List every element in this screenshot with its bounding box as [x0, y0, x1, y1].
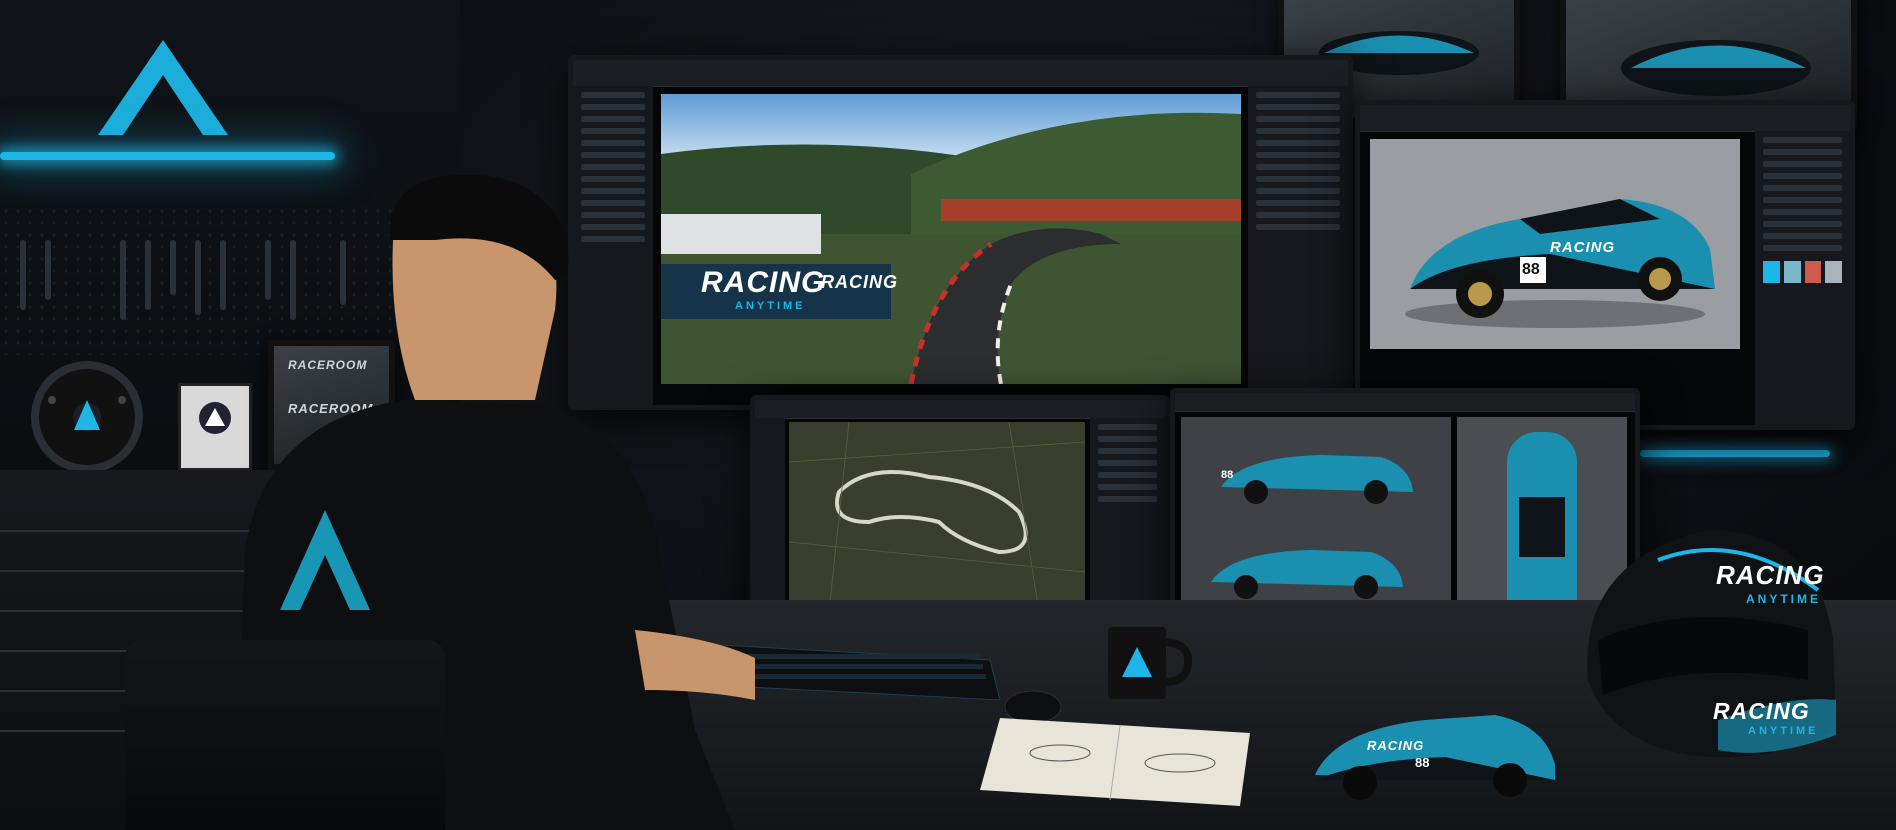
helmet-top-sub: ANYTIME — [1746, 592, 1821, 606]
livery-car-number: 88 — [1522, 261, 1540, 278]
notebook-icon — [980, 718, 1250, 806]
tool — [45, 240, 51, 300]
track-map-monitor — [750, 395, 1170, 625]
side-car-number: 88 — [1221, 469, 1234, 481]
apex-logo-icon — [98, 40, 228, 135]
livery-car-text: RACING — [1550, 239, 1616, 256]
studio-scene: RACEROOM RACEROOM RACING ANYTIME RACING … — [0, 0, 1896, 830]
model-car-text: RACING — [1367, 738, 1425, 753]
drawer-line — [0, 530, 250, 532]
tool — [170, 240, 176, 295]
helmet-side-sub: ANYTIME — [1748, 725, 1819, 737]
office-chair — [125, 640, 445, 830]
helmet-icon: RACING ANYTIME RACING ANYTIME — [1568, 520, 1843, 770]
helmet-side-text: RACING — [1713, 698, 1810, 724]
tool — [20, 240, 26, 310]
model-car-number: 88 — [1415, 755, 1430, 770]
editor-toolbar — [573, 60, 1348, 87]
neon-light-strip-right — [1640, 450, 1830, 457]
drawer-line — [0, 610, 250, 612]
steering-wheel-icon — [31, 361, 143, 473]
map-toolbar — [755, 400, 1165, 419]
map-tools-panel — [755, 418, 785, 620]
tool — [120, 240, 126, 320]
model-car: RACING 88 — [1305, 695, 1565, 805]
tool — [195, 240, 201, 315]
car-render-viewport: RACING 88 — [1370, 139, 1740, 349]
livery-toolbar — [1360, 105, 1850, 132]
tool — [145, 240, 151, 310]
livery-monitor: RACING 88 — [1355, 100, 1855, 430]
track-map-view — [789, 422, 1085, 612]
color-swatches[interactable] — [1763, 261, 1842, 283]
tool — [220, 240, 226, 310]
views-toolbar — [1175, 393, 1635, 412]
drawer-line — [0, 570, 250, 572]
mug-icon — [1108, 627, 1193, 699]
editor-right-panel — [1248, 86, 1348, 405]
livery-right-panel — [1755, 131, 1850, 425]
track-banner-repeat: RACING — [821, 272, 898, 292]
helmet-top-text: RACING — [1716, 560, 1825, 590]
neon-light-strip — [0, 152, 335, 160]
map-right-panel — [1090, 418, 1165, 620]
